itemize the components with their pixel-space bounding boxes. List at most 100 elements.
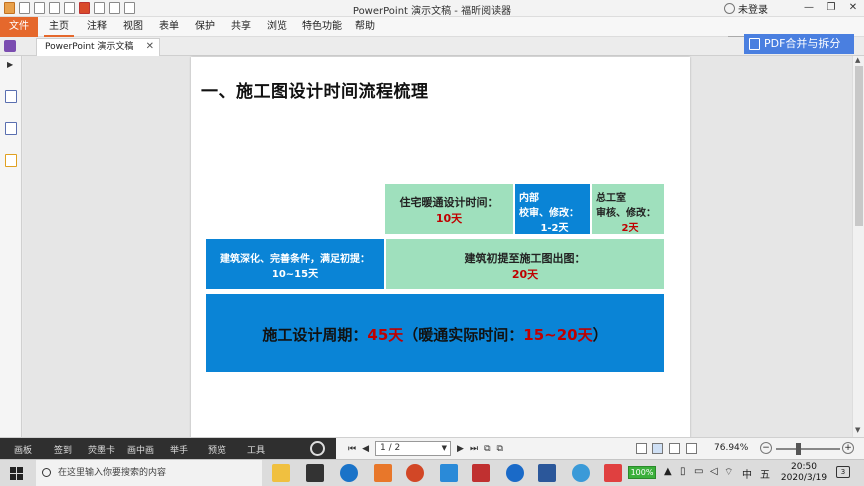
single-page-view-icon[interactable]: [636, 443, 647, 454]
first-page-icon[interactable]: ⏮: [348, 444, 356, 454]
pages-thumbnail-icon[interactable]: [5, 122, 17, 135]
meeting-app-icon[interactable]: [572, 464, 590, 482]
next-view-icon[interactable]: ⧉: [497, 444, 503, 454]
continuous-facing-view-icon[interactable]: [686, 443, 697, 454]
pdf-merge-icon: [749, 38, 760, 50]
windows-start-icon[interactable]: [10, 467, 23, 480]
bookmark-icon[interactable]: [5, 90, 17, 103]
autocad-icon[interactable]: [472, 464, 490, 482]
windows-taskbar: 在这里输入你要搜索的内容 100% ▲ ▯ ▭ ◁ ⌔ 中 五 20:50 20…: [0, 459, 864, 486]
scroll-up-icon[interactable]: ▲: [855, 56, 860, 64]
last-page-icon[interactable]: ⏭: [470, 444, 478, 454]
chief-review-label1: 总工室: [596, 193, 626, 204]
page-number-input[interactable]: 1 / 2 ▼: [375, 441, 452, 456]
wifi-icon[interactable]: ⌔: [724, 466, 733, 479]
close-button[interactable]: ✕: [842, 0, 864, 17]
prev-page-icon[interactable]: ◀: [362, 444, 369, 454]
taskbar-search-box[interactable]: 在这里输入你要搜索的内容: [36, 460, 262, 486]
internal-review-value: 1-2天: [540, 223, 569, 234]
arch-initial-block: 建筑初提至施工图出图： 20天: [385, 238, 665, 290]
ime-mode[interactable]: 五: [760, 466, 770, 481]
recorder-icon[interactable]: [604, 464, 622, 482]
menu-comment[interactable]: 注释: [84, 17, 110, 37]
powerpoint-icon[interactable]: [406, 464, 424, 482]
scroll-down-icon[interactable]: ▼: [855, 426, 860, 434]
hvac-design-value: 10天: [435, 212, 463, 225]
continuous-view-icon[interactable]: [652, 443, 663, 454]
battery-indicator[interactable]: 100%: [628, 466, 656, 479]
navigation-sidebar: ▶: [0, 56, 22, 437]
notification-icon[interactable]: 3: [836, 466, 850, 478]
system-clock[interactable]: 20:50 2020/3/19: [778, 462, 830, 484]
internal-review-label1: 内部: [519, 193, 539, 204]
avatar-icon: [724, 3, 735, 14]
clock-date: 2020/3/19: [780, 473, 828, 483]
pdf-page: 一、施工图设计时间流程梳理 住宅暖通设计时间： 10天 内部 校审、修改： 1-…: [191, 57, 690, 438]
chevron-down-icon[interactable]: ▼: [442, 442, 447, 455]
comments-panel-icon[interactable]: [5, 154, 17, 167]
zoom-in-button[interactable]: +: [842, 442, 854, 454]
menu-home[interactable]: 主页: [44, 17, 74, 37]
photos-icon[interactable]: [306, 464, 324, 482]
app-blue-icon[interactable]: [440, 464, 458, 482]
tool-raise-hand[interactable]: 举手: [170, 443, 188, 456]
menu-browse[interactable]: 浏览: [264, 17, 290, 37]
zoom-out-button[interactable]: −: [760, 442, 772, 454]
power-icon[interactable]: [310, 441, 325, 456]
internal-review-label2: 校审、修改：: [519, 208, 579, 219]
menu-protect[interactable]: 保护: [192, 17, 218, 37]
mic-icon[interactable]: ▯: [680, 466, 686, 477]
cycle-label: 施工设计周期：: [262, 326, 368, 344]
foxit-logo-icon: [4, 40, 16, 52]
zoom-level[interactable]: 76.94%: [714, 443, 748, 453]
chief-review-block: 总工室 审核、修改： 2天: [591, 183, 665, 235]
prev-view-icon[interactable]: ⧉: [484, 444, 490, 454]
tool-pip[interactable]: 画中画: [127, 443, 154, 456]
taskbar-search-icon: [42, 468, 51, 477]
cycle-value: 45天: [367, 326, 404, 344]
ime-indicator[interactable]: 中: [742, 466, 752, 481]
sidebar-expand-icon[interactable]: ▶: [7, 60, 13, 69]
arch-initial-value: 20天: [511, 268, 539, 281]
document-tab[interactable]: PowerPoint 演示文稿 ✕: [36, 38, 160, 56]
tool-drawing-board[interactable]: 画板: [14, 443, 32, 456]
page-number: 1 / 2: [380, 443, 401, 453]
zoom-slider[interactable]: [776, 443, 840, 455]
minimize-button[interactable]: —: [798, 0, 820, 17]
hvac-design-label: 住宅暖通设计时间：: [399, 196, 499, 209]
internal-review-block: 内部 校审、修改： 1-2天: [514, 183, 591, 235]
menu-form[interactable]: 表单: [156, 17, 182, 37]
foxit-reader-icon[interactable]: [374, 464, 392, 482]
taskbar-search-placeholder: 在这里输入你要搜索的内容: [58, 468, 167, 478]
menu-featured[interactable]: 特色功能: [300, 17, 344, 37]
pdf-merge-split-button[interactable]: PDF合并与拆分: [744, 34, 854, 54]
menu-share[interactable]: 共享: [228, 17, 254, 37]
tray-chevron-icon[interactable]: ▲: [664, 466, 672, 477]
tool-card[interactable]: 荧墨卡: [88, 443, 115, 456]
menu-view[interactable]: 视图: [120, 17, 146, 37]
pdf-merge-label: PDF合并与拆分: [764, 37, 841, 50]
next-page-icon[interactable]: ▶: [457, 444, 464, 454]
tool-tools[interactable]: 工具: [247, 443, 265, 456]
zoom-slider-handle[interactable]: [796, 443, 801, 455]
login-label: 未登录: [738, 5, 768, 16]
login-status[interactable]: 未登录: [724, 1, 768, 16]
network-icon[interactable]: ▭: [694, 466, 703, 477]
volume-icon[interactable]: ◁: [710, 466, 718, 477]
edge-browser-icon[interactable]: [340, 464, 358, 482]
tab-close-icon[interactable]: ✕: [146, 39, 154, 55]
cycle-actual: 15~20天: [523, 326, 593, 344]
menu-help[interactable]: 帮助: [352, 17, 378, 37]
maximize-button[interactable]: ❐: [820, 0, 842, 17]
word-icon[interactable]: [538, 464, 556, 482]
tool-preview[interactable]: 预览: [208, 443, 226, 456]
tool-sign-in[interactable]: 签到: [54, 443, 72, 456]
design-cycle-block: 施工设计周期：45天（暖通实际时间：15~20天）: [205, 293, 665, 373]
teamviewer-icon[interactable]: [506, 464, 524, 482]
scrollbar-thumb[interactable]: [855, 66, 863, 226]
menu-file[interactable]: 文件: [0, 17, 38, 37]
page-navigation: ⏮ ◀ 1 / 2 ▼ ▶ ⏭ ⧉ ⧉: [348, 441, 503, 456]
file-explorer-icon[interactable]: [272, 464, 290, 482]
vertical-scrollbar[interactable]: ▲ ▼: [852, 56, 864, 437]
facing-view-icon[interactable]: [669, 443, 680, 454]
